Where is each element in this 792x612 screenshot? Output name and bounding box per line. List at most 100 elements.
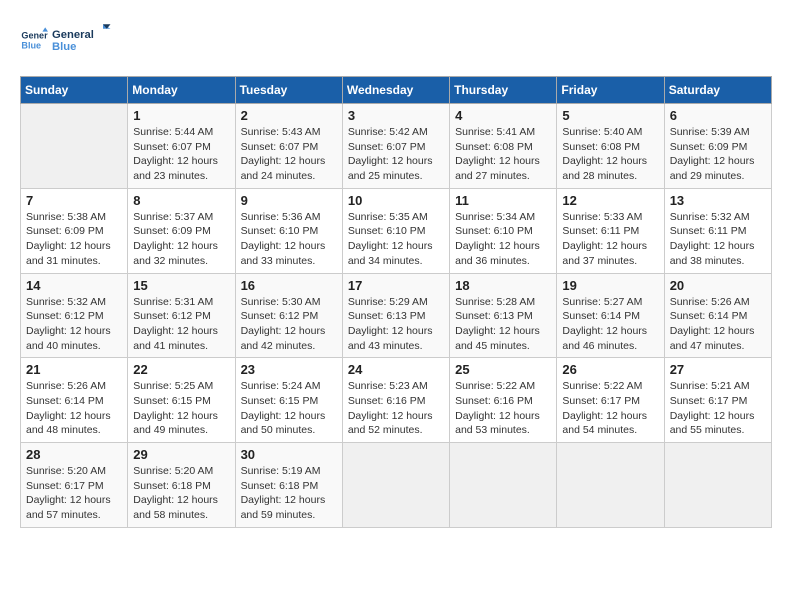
day-number: 20 [670, 278, 766, 293]
day-number: 14 [26, 278, 122, 293]
day-number: 8 [133, 193, 229, 208]
day-number: 19 [562, 278, 658, 293]
calendar-cell: 19Sunrise: 5:27 AM Sunset: 6:14 PM Dayli… [557, 273, 664, 358]
day-info: Sunrise: 5:35 AM Sunset: 6:10 PM Dayligh… [348, 210, 444, 269]
day-number: 18 [455, 278, 551, 293]
calendar-cell: 5 Sunrise: 5:40 AM Sunset: 6:08 PM Daylig… [557, 104, 664, 189]
calendar-row: 14Sunrise: 5:32 AM Sunset: 6:12 PM Dayli… [21, 273, 772, 358]
calendar-cell [557, 443, 664, 528]
day-number: 27 [670, 362, 766, 377]
day-number: 25 [455, 362, 551, 377]
svg-text:General: General [21, 31, 48, 41]
calendar-row: 7Sunrise: 5:38 AM Sunset: 6:09 PM Daylig… [21, 188, 772, 273]
day-info: Sunrise: 5:40 AM Sunset: 6:08 PM Dayligh… [562, 125, 658, 184]
svg-text:Blue: Blue [21, 40, 41, 50]
day-info: Sunrise: 5:34 AM Sunset: 6:10 PM Dayligh… [455, 210, 551, 269]
day-number: 6 [670, 108, 766, 123]
calendar-cell [342, 443, 449, 528]
day-info: Sunrise: 5:44 AM Sunset: 6:07 PM Dayligh… [133, 125, 229, 184]
day-info: Sunrise: 5:22 AM Sunset: 6:17 PM Dayligh… [562, 379, 658, 438]
calendar-cell: 12 Sunrise: 5:33 AM Sunset: 6:11 PM Dayli… [557, 188, 664, 273]
svg-text:Blue: Blue [52, 41, 76, 53]
day-number: 29 [133, 447, 229, 462]
day-number: 12 [562, 193, 658, 208]
calendar-cell [664, 443, 771, 528]
calendar-cell: 3 Sunrise: 5:42 AM Sunset: 6:07 PM Daylig… [342, 104, 449, 189]
day-number: 2 [241, 108, 337, 123]
weekday-header: Tuesday [235, 77, 342, 104]
calendar-cell: 8 Sunrise: 5:37 AM Sunset: 6:09 PM Daylig… [128, 188, 235, 273]
calendar-cell: 28 Sunrise: 5:20 AM Sunset: 6:17 PM Dayli… [21, 443, 128, 528]
day-info: Sunrise: 5:37 AM Sunset: 6:09 PM Dayligh… [133, 210, 229, 269]
calendar-cell: 4 Sunrise: 5:41 AM Sunset: 6:08 PM Daylig… [450, 104, 557, 189]
day-number: 13 [670, 193, 766, 208]
day-info: Sunrise: 5:26 AM Sunset: 6:14 PM Dayligh… [26, 379, 122, 438]
day-info: Sunrise: 5:28 AM Sunset: 6:13 PM Dayligh… [455, 295, 551, 354]
weekday-header: Saturday [664, 77, 771, 104]
weekday-header: Monday [128, 77, 235, 104]
day-info: Sunrise: 5:26 AM Sunset: 6:14 PM Dayligh… [670, 295, 766, 354]
svg-text:General: General [52, 29, 94, 41]
calendar-cell: 1Sunrise: 5:44 AM Sunset: 6:07 PM Daylig… [128, 104, 235, 189]
page-header: General Blue General Blue [20, 20, 772, 60]
calendar-cell: 10 Sunrise: 5:35 AM Sunset: 6:10 PM Dayli… [342, 188, 449, 273]
day-number: 3 [348, 108, 444, 123]
day-number: 7 [26, 193, 122, 208]
calendar-cell: 29 Sunrise: 5:20 AM Sunset: 6:18 PM Dayli… [128, 443, 235, 528]
weekday-header: Friday [557, 77, 664, 104]
day-info: Sunrise: 5:21 AM Sunset: 6:17 PM Dayligh… [670, 379, 766, 438]
day-info: Sunrise: 5:20 AM Sunset: 6:17 PM Dayligh… [26, 464, 122, 523]
calendar-row: 1Sunrise: 5:44 AM Sunset: 6:07 PM Daylig… [21, 104, 772, 189]
day-number: 28 [26, 447, 122, 462]
weekday-header: Thursday [450, 77, 557, 104]
day-info: Sunrise: 5:31 AM Sunset: 6:12 PM Dayligh… [133, 295, 229, 354]
calendar-body: 1Sunrise: 5:44 AM Sunset: 6:07 PM Daylig… [21, 104, 772, 528]
day-number: 30 [241, 447, 337, 462]
calendar-cell: 26 Sunrise: 5:22 AM Sunset: 6:17 PM Dayli… [557, 358, 664, 443]
day-number: 16 [241, 278, 337, 293]
calendar-cell: 21Sunrise: 5:26 AM Sunset: 6:14 PM Dayli… [21, 358, 128, 443]
logo-bird-icon: General Blue [52, 20, 112, 60]
day-info: Sunrise: 5:32 AM Sunset: 6:11 PM Dayligh… [670, 210, 766, 269]
day-info: Sunrise: 5:24 AM Sunset: 6:15 PM Dayligh… [241, 379, 337, 438]
calendar-cell: 25 Sunrise: 5:22 AM Sunset: 6:16 PM Dayli… [450, 358, 557, 443]
day-info: Sunrise: 5:25 AM Sunset: 6:15 PM Dayligh… [133, 379, 229, 438]
calendar-cell: 13 Sunrise: 5:32 AM Sunset: 6:11 PM Dayli… [664, 188, 771, 273]
day-number: 4 [455, 108, 551, 123]
calendar-cell: 27 Sunrise: 5:21 AM Sunset: 6:17 PM Dayli… [664, 358, 771, 443]
calendar-cell [21, 104, 128, 189]
calendar-cell: 14Sunrise: 5:32 AM Sunset: 6:12 PM Dayli… [21, 273, 128, 358]
day-info: Sunrise: 5:39 AM Sunset: 6:09 PM Dayligh… [670, 125, 766, 184]
day-number: 10 [348, 193, 444, 208]
day-number: 26 [562, 362, 658, 377]
calendar-cell: 9Sunrise: 5:36 AM Sunset: 6:10 PM Daylig… [235, 188, 342, 273]
day-number: 9 [241, 193, 337, 208]
day-number: 11 [455, 193, 551, 208]
day-info: Sunrise: 5:41 AM Sunset: 6:08 PM Dayligh… [455, 125, 551, 184]
calendar-cell: 17Sunrise: 5:29 AM Sunset: 6:13 PM Dayli… [342, 273, 449, 358]
weekday-header: Wednesday [342, 77, 449, 104]
calendar-row: 21Sunrise: 5:26 AM Sunset: 6:14 PM Dayli… [21, 358, 772, 443]
calendar-cell: 6 Sunrise: 5:39 AM Sunset: 6:09 PM Daylig… [664, 104, 771, 189]
day-info: Sunrise: 5:22 AM Sunset: 6:16 PM Dayligh… [455, 379, 551, 438]
calendar-cell: 20 Sunrise: 5:26 AM Sunset: 6:14 PM Dayli… [664, 273, 771, 358]
calendar-row: 28 Sunrise: 5:20 AM Sunset: 6:17 PM Dayli… [21, 443, 772, 528]
calendar-cell: 22Sunrise: 5:25 AM Sunset: 6:15 PM Dayli… [128, 358, 235, 443]
calendar-cell: 23Sunrise: 5:24 AM Sunset: 6:15 PM Dayli… [235, 358, 342, 443]
day-info: Sunrise: 5:43 AM Sunset: 6:07 PM Dayligh… [241, 125, 337, 184]
day-info: Sunrise: 5:42 AM Sunset: 6:07 PM Dayligh… [348, 125, 444, 184]
day-info: Sunrise: 5:29 AM Sunset: 6:13 PM Dayligh… [348, 295, 444, 354]
day-info: Sunrise: 5:33 AM Sunset: 6:11 PM Dayligh… [562, 210, 658, 269]
day-number: 5 [562, 108, 658, 123]
day-number: 15 [133, 278, 229, 293]
calendar-cell: 30 Sunrise: 5:19 AM Sunset: 6:18 PM Dayli… [235, 443, 342, 528]
calendar-cell: 2 Sunrise: 5:43 AM Sunset: 6:07 PM Daylig… [235, 104, 342, 189]
calendar-cell: 15 Sunrise: 5:31 AM Sunset: 6:12 PM Dayli… [128, 273, 235, 358]
calendar-header: SundayMondayTuesdayWednesdayThursdayFrid… [21, 77, 772, 104]
day-info: Sunrise: 5:20 AM Sunset: 6:18 PM Dayligh… [133, 464, 229, 523]
calendar-cell [450, 443, 557, 528]
calendar-cell: 16Sunrise: 5:30 AM Sunset: 6:12 PM Dayli… [235, 273, 342, 358]
calendar-cell: 24Sunrise: 5:23 AM Sunset: 6:16 PM Dayli… [342, 358, 449, 443]
day-info: Sunrise: 5:19 AM Sunset: 6:18 PM Dayligh… [241, 464, 337, 523]
calendar-cell: 7Sunrise: 5:38 AM Sunset: 6:09 PM Daylig… [21, 188, 128, 273]
